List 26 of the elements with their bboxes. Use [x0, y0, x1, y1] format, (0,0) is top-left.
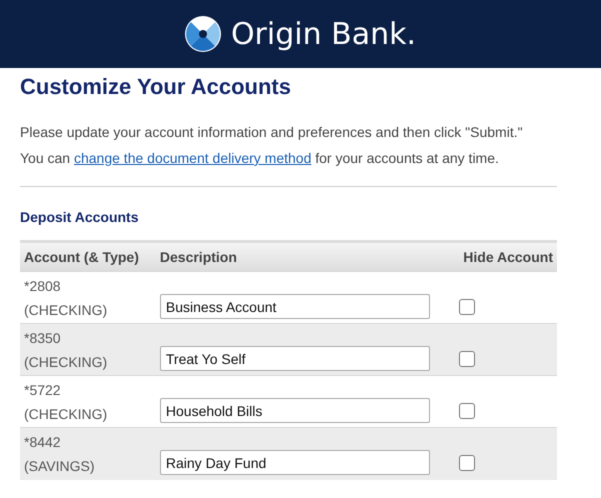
column-header: Hide Account	[463, 248, 553, 264]
account-number: *8350	[24, 328, 62, 348]
section-heading: Deposit Accounts	[20, 208, 140, 227]
hide-checkbox[interactable]	[458, 454, 475, 471]
brand-name: Origin Bank.	[230, 16, 416, 52]
account-number: *2808	[24, 276, 62, 296]
description-field[interactable]: Rainy Day Fund	[160, 450, 430, 476]
hide-checkbox[interactable]	[458, 298, 475, 314]
account-type: (CHECKING)	[24, 300, 108, 320]
hide-checkbox[interactable]	[458, 350, 475, 366]
column-header: Description	[160, 248, 237, 264]
page-title: Customize Your Accounts	[20, 73, 292, 101]
account-type: (CHECKING)	[24, 404, 108, 424]
account-number: *5722	[24, 380, 62, 400]
description-field[interactable]: Household Bills	[160, 398, 430, 423]
column-header: Account (& Type)	[24, 248, 139, 264]
delivery-method-link[interactable]: change the document delivery method	[74, 150, 312, 166]
description-field[interactable]: Business Account	[160, 294, 430, 319]
logo-icon	[184, 16, 221, 52]
description-field[interactable]: Treat Yo Self	[160, 346, 430, 371]
account-type: (CHECKING)	[24, 352, 108, 372]
intro-text: Please update your account information and preferences and then click "Submit."	[20, 123, 524, 142]
delivery-text: You can change the document delivery method for your accounts at any time.	[20, 149, 500, 168]
account-type: (SAVINGS)	[24, 456, 96, 476]
hide-checkbox[interactable]	[458, 402, 475, 418]
account-number: *8442	[24, 432, 62, 452]
